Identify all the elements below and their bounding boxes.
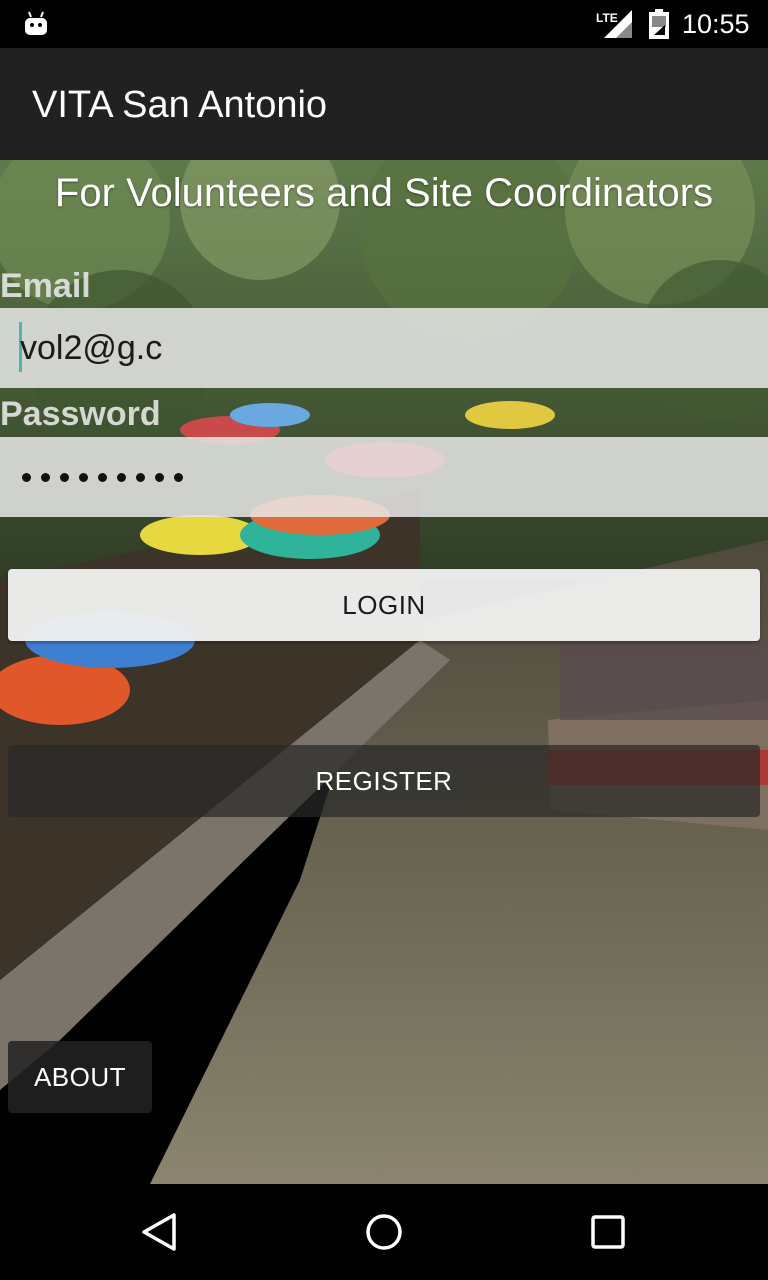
login-screen: For Volunteers and Site Coordinators Ema… — [0, 160, 768, 1184]
password-label: Password — [0, 395, 161, 433]
about-button[interactable]: ABOUT — [8, 1041, 152, 1113]
back-icon[interactable] — [140, 1212, 180, 1252]
recents-icon[interactable] — [588, 1212, 628, 1252]
password-dot — [155, 473, 164, 482]
password-dot — [174, 473, 183, 482]
app-title: VITA San Antonio — [32, 84, 328, 126]
password-dot — [22, 473, 31, 482]
password-dot — [41, 473, 50, 482]
email-field[interactable]: vol2@g.c — [0, 308, 768, 388]
register-button[interactable]: REGISTER — [8, 745, 760, 817]
lte-signal-icon: LTE — [596, 10, 632, 38]
battery-icon — [649, 9, 669, 39]
password-dot — [117, 473, 126, 482]
password-dot — [60, 473, 69, 482]
password-field[interactable] — [0, 437, 768, 517]
email-label: Email — [0, 267, 91, 305]
android-icon — [25, 11, 47, 35]
app-bar: VITA San Antonio — [0, 48, 768, 160]
status-bar: LTE 10:55 — [0, 0, 768, 48]
password-masked-value — [22, 473, 183, 482]
status-time: 10:55 — [682, 9, 750, 39]
password-dot — [136, 473, 145, 482]
password-dot — [98, 473, 107, 482]
navigation-bar — [0, 1184, 768, 1280]
home-icon[interactable] — [364, 1212, 404, 1252]
login-button[interactable]: LOGIN — [8, 569, 760, 641]
svg-text:LTE: LTE — [596, 11, 618, 25]
email-value: vol2@g.c — [20, 329, 163, 367]
subtitle: For Volunteers and Site Coordinators — [54, 171, 714, 215]
password-dot — [79, 473, 88, 482]
